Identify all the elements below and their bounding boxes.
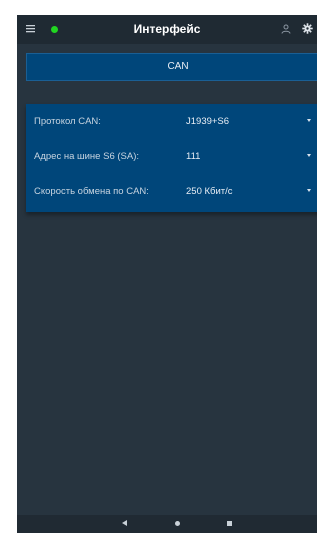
home-icon[interactable]: [175, 521, 180, 526]
system-nav-bar: [17, 515, 317, 533]
app-window: Интерфейс CAN Протокол CAN: J1939+S6 Адр…: [17, 15, 317, 533]
setting-row-can-baudrate[interactable]: Скорость обмена по CAN: 250 Кбит/с: [26, 177, 317, 209]
back-icon[interactable]: [122, 520, 127, 526]
setting-label: Протокол CAN:: [34, 116, 101, 127]
dropdown-arrow-icon[interactable]: [307, 154, 311, 157]
setting-label: Адрес на шине S6 (SA):: [34, 151, 140, 162]
dropdown-arrow-icon[interactable]: [307, 119, 311, 122]
user-icon[interactable]: [281, 24, 291, 34]
setting-value[interactable]: 250 Кбит/с: [186, 186, 233, 197]
setting-row-bus-address[interactable]: Адрес на шине S6 (SA): 111: [26, 142, 317, 174]
setting-value[interactable]: J1939+S6: [186, 116, 229, 127]
recent-apps-icon[interactable]: [227, 521, 232, 526]
setting-row-can-protocol[interactable]: Протокол CAN: J1939+S6: [26, 107, 317, 139]
setting-value[interactable]: 111: [186, 151, 200, 162]
setting-label: Скорость обмена по CAN:: [34, 186, 149, 197]
can-settings-card: Протокол CAN: J1939+S6 Адрес на шине S6 …: [26, 104, 317, 212]
tab-can[interactable]: CAN: [26, 53, 317, 81]
dropdown-arrow-icon[interactable]: [307, 189, 311, 192]
tab-bar: CAN: [26, 53, 317, 81]
gear-icon[interactable]: [302, 23, 313, 34]
page-title: Интерфейс: [133, 22, 201, 36]
app-bar: Интерфейс: [17, 15, 317, 44]
